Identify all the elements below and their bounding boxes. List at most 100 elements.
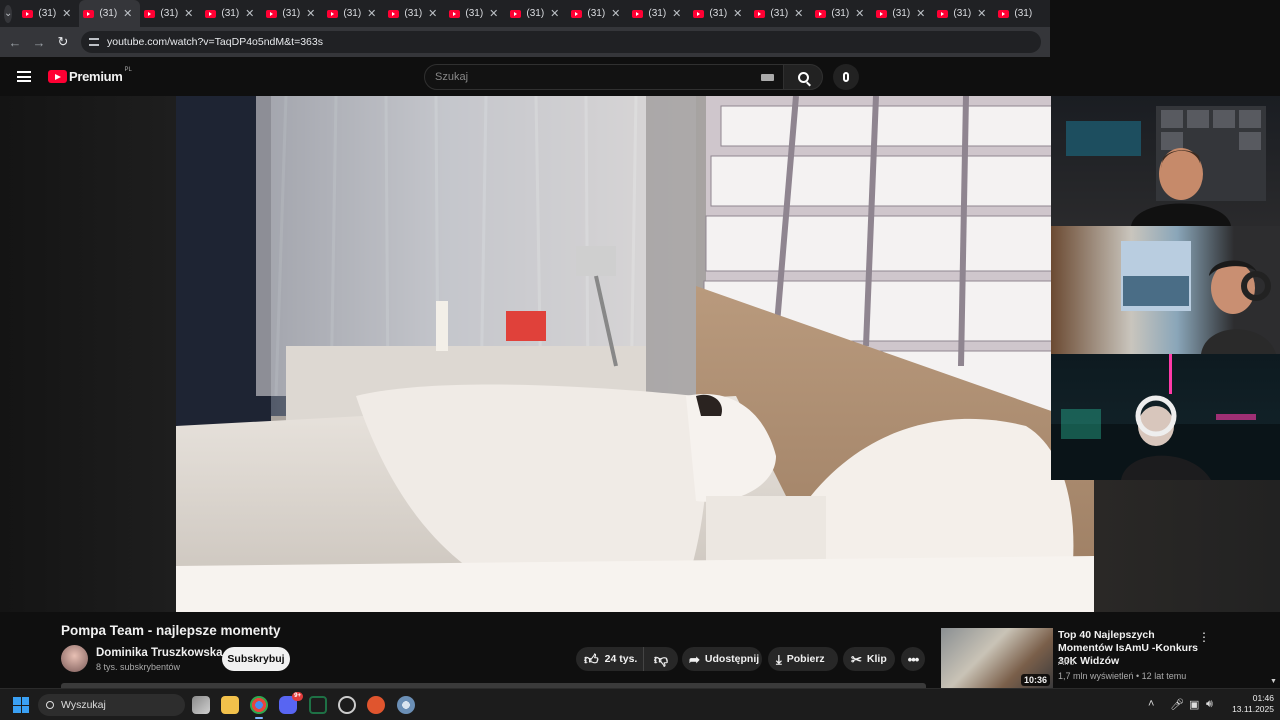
tab-close-icon[interactable]: ✕ <box>611 7 620 20</box>
app-icon-orange[interactable] <box>367 696 385 714</box>
tab-close-icon[interactable]: ✕ <box>245 7 254 20</box>
webcam-overlay-2 <box>1051 226 1280 354</box>
search-input[interactable]: Szukaj <box>424 64 785 90</box>
video-player[interactable] <box>0 96 1280 612</box>
subscribe-button[interactable]: Subskrybuj <box>222 647 290 671</box>
youtube-favicon-icon <box>937 9 949 18</box>
youtube-favicon-icon <box>449 9 461 18</box>
tab-close-icon[interactable]: ✕ <box>550 7 559 20</box>
reload-icon[interactable]: ↻ <box>51 34 75 50</box>
browser-tab[interactable]: (31) ✕ <box>201 0 262 27</box>
tray-network-icon[interactable]: ▣ <box>1189 698 1199 711</box>
scroll-down-icon[interactable]: ▼ <box>1270 678 1277 685</box>
recommended-video-title[interactable]: Top 40 Najlepszych Momentów IsAmU -Konku… <box>1058 629 1198 668</box>
tab-title: (31) <box>38 8 57 19</box>
site-settings-icon[interactable] <box>89 38 99 46</box>
youtube-favicon-icon <box>22 9 34 18</box>
youtube-favicon-icon <box>83 9 95 18</box>
browser-tab[interactable]: (31) ✕ <box>689 0 750 27</box>
channel-name[interactable]: Dominika Truszkowska <box>96 647 223 659</box>
tab-close-icon[interactable]: ✕ <box>733 7 742 20</box>
tab-close-icon[interactable]: ✕ <box>916 7 925 20</box>
tab-close-icon[interactable]: ✕ <box>184 7 193 20</box>
browser-tab[interactable]: (31) ✕ <box>750 0 811 27</box>
windows-start-icon[interactable] <box>13 697 29 713</box>
task-view-icon[interactable] <box>192 696 210 714</box>
tab-title: (31) <box>526 8 545 19</box>
browser-tab[interactable]: (31) ✕ <box>79 0 141 27</box>
tab-close-icon[interactable]: ✕ <box>855 7 864 20</box>
tab-close-icon[interactable]: ✕ <box>62 7 71 20</box>
taskbar-search[interactable]: Wyszukaj <box>38 694 185 716</box>
browser-tab-strip: ⌄ (31) ✕ (31) ✕ (31) ✕ (31) ✕ (31) ✕ (31) ✕ (31) ✕ (31… <box>0 0 1050 27</box>
tray-microphone-icon[interactable]: 🎤︎ <box>1170 698 1184 711</box>
search-button[interactable] <box>783 64 823 90</box>
youtube-favicon-icon <box>998 9 1010 18</box>
recommended-video-thumbnail[interactable]: 10:36 <box>941 628 1053 688</box>
dislike-button[interactable]: 👎︎ <box>644 647 678 671</box>
tab-title: (31) <box>343 8 362 19</box>
tab-close-icon[interactable]: ✕ <box>977 7 986 20</box>
browser-tab[interactable]: (31) ✕ <box>872 0 933 27</box>
tray-chevron-up-icon[interactable]: ˄ <box>1148 698 1154 710</box>
chrome-icon[interactable] <box>250 696 268 719</box>
share-button[interactable]: ➦ Udostępnij <box>682 647 762 671</box>
excel-icon[interactable] <box>309 696 327 714</box>
tab-title: (31) <box>892 8 911 19</box>
search-placeholder: Szukaj <box>435 71 469 83</box>
download-button[interactable]: ⤓ Pobierz <box>768 647 838 671</box>
browser-tab[interactable]: (31) <box>994 0 1055 27</box>
tab-title: (31) <box>587 8 606 19</box>
gamer-cam-illustration <box>1051 354 1280 480</box>
tray-volume-icon[interactable]: 🔊︎ <box>1206 698 1213 711</box>
settings-gear-icon[interactable] <box>397 696 415 714</box>
tab-title: (31) <box>99 8 118 19</box>
tab-close-icon[interactable]: ✕ <box>123 7 132 20</box>
tab-close-icon[interactable]: ✕ <box>672 7 681 20</box>
browser-tab[interactable]: (31) ✕ <box>384 0 445 27</box>
browser-tab[interactable]: (31) ✕ <box>811 0 872 27</box>
browser-tab[interactable]: (31) ✕ <box>445 0 506 27</box>
browser-tab[interactable]: (31) ✕ <box>262 0 323 27</box>
file-explorer-icon[interactable] <box>221 696 239 714</box>
video-frame[interactable] <box>176 96 1094 612</box>
tab-close-icon[interactable]: ✕ <box>306 7 315 20</box>
share-label: Udostępnij <box>704 653 760 665</box>
tab-close-icon[interactable]: ✕ <box>794 7 803 20</box>
address-bar[interactable]: youtube.com/watch?v=TaqDP4o5ndM&t=363s <box>81 31 1041 53</box>
browser-tab[interactable]: (31) ✕ <box>506 0 567 27</box>
channel-avatar[interactable] <box>61 645 88 672</box>
menu-icon[interactable] <box>17 71 31 82</box>
url-text: youtube.com/watch?v=TaqDP4o5ndM&t=363s <box>107 36 323 48</box>
youtube-premium-logo[interactable]: Premium PL <box>48 67 132 84</box>
tab-close-icon[interactable]: ✕ <box>428 7 437 20</box>
browser-tab[interactable]: (31) ✕ <box>323 0 384 27</box>
browser-tab[interactable]: (31) ✕ <box>140 0 201 27</box>
browser-tab[interactable]: (31) ✕ <box>567 0 628 27</box>
browser-tab[interactable]: (31) ✕ <box>933 0 994 27</box>
browser-toolbar: ← → ↻ youtube.com/watch?v=TaqDP4o5ndM&t=… <box>0 27 1050 57</box>
tab-title: (31) <box>282 8 301 19</box>
clip-button[interactable]: ✂ Klip <box>843 647 895 671</box>
tab-title: (31) <box>648 8 667 19</box>
discord-icon[interactable]: 9+ <box>279 692 303 714</box>
like-count: 24 tys. <box>604 653 638 665</box>
browser-tab[interactable]: (31) ✕ <box>628 0 689 27</box>
forward-arrow-icon[interactable]: → <box>27 35 51 50</box>
voice-search-button[interactable] <box>833 64 859 90</box>
recommended-video-menu-icon[interactable]: ⋮ <box>1198 630 1210 644</box>
youtube-favicon-icon <box>205 9 217 18</box>
obs-icon[interactable] <box>338 696 356 714</box>
taskbar-clock[interactable]: 01:46 13.11.2025 <box>1222 693 1274 715</box>
more-actions-button[interactable]: ••• <box>901 647 925 671</box>
recommended-video-channel[interactable]: Afro <box>1058 657 1075 667</box>
back-arrow-icon[interactable]: ← <box>3 35 27 50</box>
discord-notification-badge: 9+ <box>292 692 303 701</box>
browser-tab[interactable]: (31) ✕ <box>18 0 79 27</box>
like-button[interactable]: 👍︎ 24 tys. <box>576 647 644 671</box>
tab-search-chevron-icon[interactable]: ⌄ <box>4 4 13 23</box>
keyboard-icon[interactable] <box>761 74 774 81</box>
tab-close-icon[interactable]: ✕ <box>367 7 376 20</box>
webcam-overlay-1 <box>1051 96 1280 226</box>
tab-close-icon[interactable]: ✕ <box>489 7 498 20</box>
